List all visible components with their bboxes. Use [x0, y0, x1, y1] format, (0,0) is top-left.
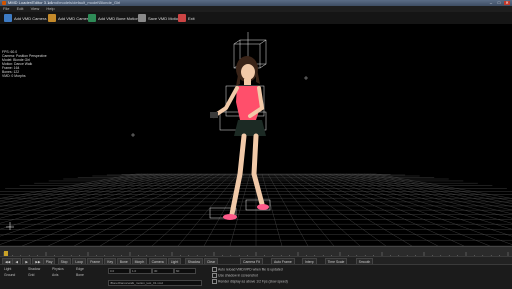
checkbox-icon [212, 279, 217, 284]
render-display-checkbox[interactable]: Render display as above 1/2 Fps (slow sp… [212, 279, 288, 284]
motion-path-field[interactable]: \Bone\Dance\walk_motion_test_01.vmd [108, 280, 202, 286]
exit-button[interactable]: Exit [178, 13, 195, 23]
settings-item[interactable]: Shadow [28, 267, 40, 271]
add-vmd-bone-motion-button[interactable]: Add VMD Bone Motion [88, 13, 139, 23]
checkbox-label: Auto reload VMD/VPD when file is updated [218, 267, 283, 272]
value-field[interactable]: 0.0 [108, 268, 130, 274]
save-vmd-motion-button[interactable]: Save VMD Motion [138, 13, 180, 23]
add-vmd-camera-button[interactable]: Add VMD Camera [4, 13, 46, 23]
close-button[interactable]: ✕ [504, 1, 510, 5]
settings-item[interactable]: Physics [52, 267, 64, 271]
value-field[interactable]: 60 [174, 268, 196, 274]
add-vmd-camera-button-2[interactable]: Add VMD Camera [48, 13, 90, 23]
maximize-button[interactable]: □ [496, 1, 502, 5]
settings-item[interactable]: Ground [4, 273, 15, 277]
checkbox-icon [212, 267, 217, 272]
exit-icon [178, 14, 186, 22]
3d-viewport[interactable]: FPS: 60.0 Camera: Position Perspective M… [0, 24, 512, 247]
toolbar-button-label: Save VMD Motion [148, 15, 181, 21]
auto-reload-checkbox[interactable]: Auto reload VMD/VPD when file is updated [212, 267, 283, 272]
axis-gizmo [6, 222, 14, 230]
viewport-scene [0, 32, 512, 247]
bone-icon [88, 14, 96, 22]
toolbar-button-label: Add VMD Camera [58, 15, 91, 21]
camera-icon [4, 14, 12, 22]
app-icon [2, 1, 6, 5]
stats-overlay: FPS: 60.0 Camera: Position Perspective M… [2, 50, 47, 78]
toolbar-button-label: Add VMD Bone Motion [98, 15, 139, 21]
character-model [210, 56, 269, 220]
light-marker [131, 76, 308, 137]
toolbar-button-label: Exit [188, 15, 195, 21]
settings-item[interactable]: Edge [76, 267, 84, 271]
minimize-button[interactable]: – [488, 1, 494, 5]
settings-item[interactable]: Bone [76, 273, 84, 277]
shadow-screenshot-checkbox[interactable]: Use shadow in screenshot [212, 273, 258, 278]
settings-panel: Light Shadow Physics Edge Ground Grid Axis Bone… [0, 264, 512, 289]
save-icon [138, 14, 146, 22]
settings-item[interactable]: Axis [52, 273, 58, 277]
camera-icon [48, 14, 56, 22]
checkbox-label: Use shadow in screenshot [218, 273, 258, 278]
settings-item[interactable]: Light [4, 267, 11, 271]
overlay-line: VMD: 0 Morphs [2, 74, 26, 78]
checkbox-icon [212, 273, 217, 278]
value-field[interactable]: 30 [152, 268, 174, 274]
value-field[interactable]: 1.0 [130, 268, 152, 274]
checkbox-label: Render display as above 1/2 Fps (slow sp… [218, 279, 288, 284]
toolbar-button-label: Add VMD Camera [14, 15, 47, 21]
settings-item[interactable]: Grid [28, 273, 34, 277]
